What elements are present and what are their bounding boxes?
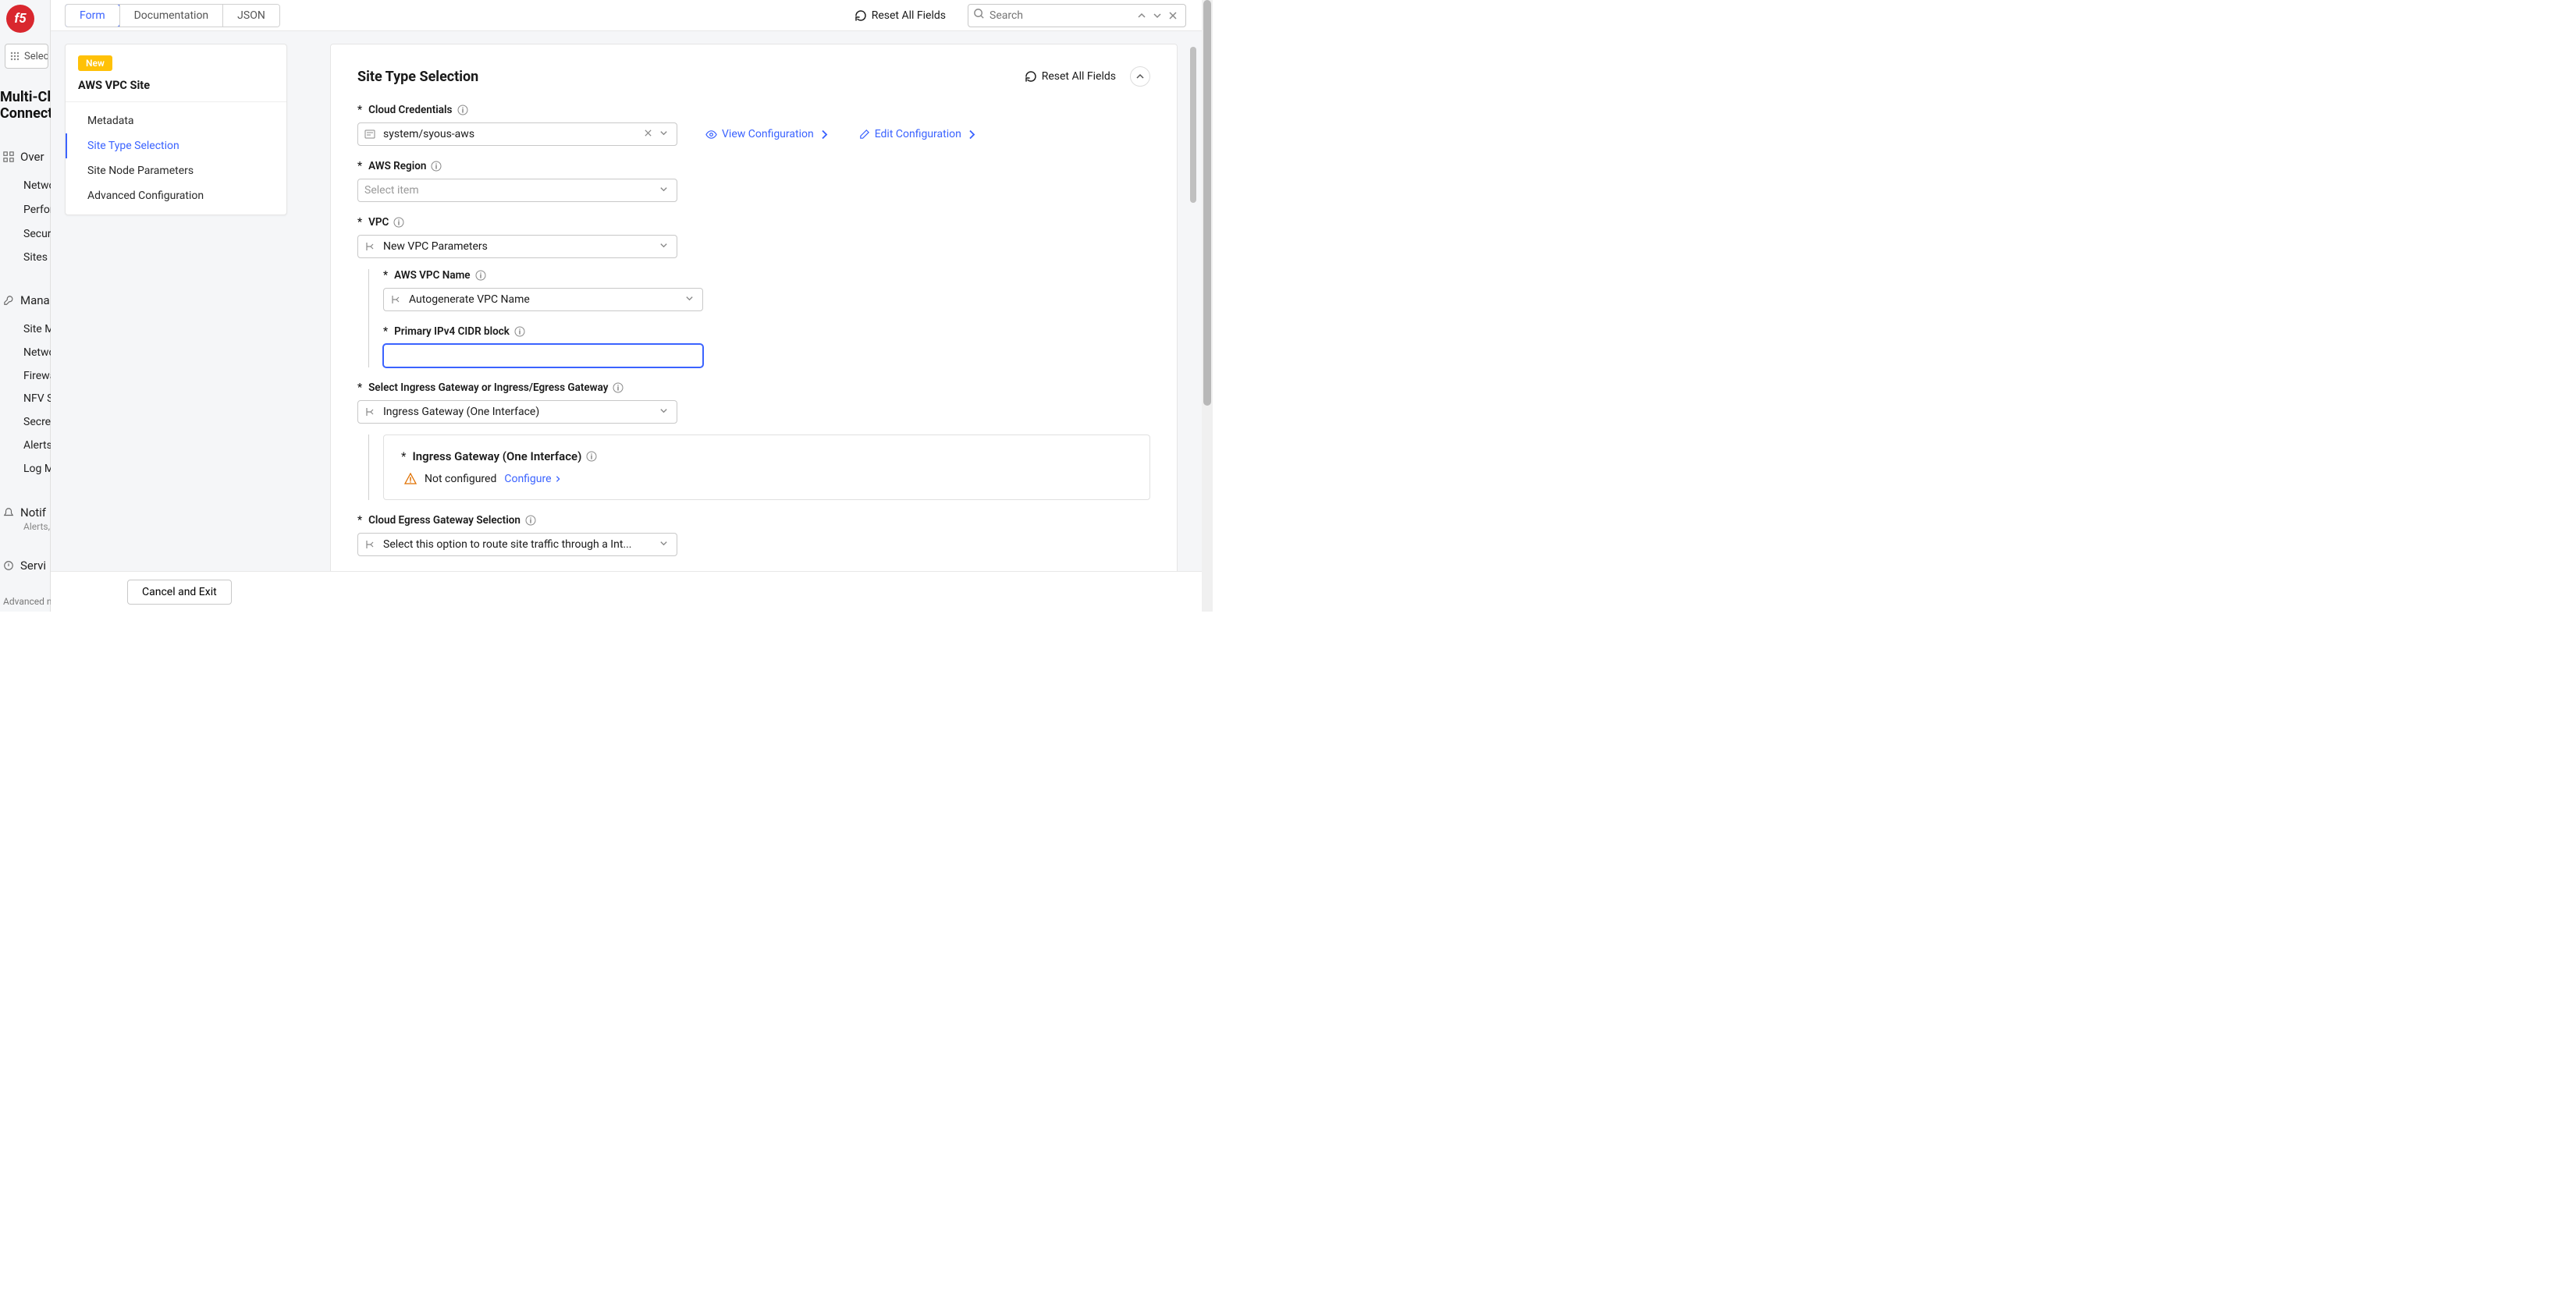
cidr-input-wrapper	[383, 344, 703, 367]
vpc-name-label: AWS VPC Name	[394, 269, 471, 282]
nav-site-type-selection[interactable]: Site Type Selection	[66, 133, 286, 158]
selector-button-text: Selec	[24, 51, 48, 62]
cloud-egress-select[interactable]: Select this option to route site traffic…	[357, 533, 677, 556]
search-box	[968, 4, 1186, 27]
new-badge: New	[78, 55, 112, 71]
bg-notif-head: Notif	[3, 506, 46, 520]
f5-logo: f5	[6, 5, 34, 33]
bg-serv-head: Servi	[3, 559, 46, 573]
search-prev-icon[interactable]	[1134, 8, 1149, 23]
reset-section-label: Reset All Fields	[1042, 70, 1116, 83]
branch-icon	[364, 539, 377, 550]
info-icon	[431, 161, 442, 172]
form-main-panel: Site Type Selection Reset All Fields *Cl…	[330, 44, 1178, 612]
cloud-credentials-label: Cloud Credentials	[368, 104, 452, 116]
ig-status-text: Not configured	[425, 473, 496, 485]
cidr-input[interactable]	[390, 349, 696, 362]
chevron-down-icon	[659, 538, 670, 551]
aws-region-label: AWS Region	[368, 160, 426, 172]
modal-bottombar: Cancel and Exit	[51, 571, 1213, 612]
info-icon	[457, 105, 468, 115]
f5-logo-text: f5	[14, 11, 26, 27]
chevron-down-icon	[659, 240, 670, 253]
search-next-icon[interactable]	[1149, 8, 1165, 23]
reset-top-label: Reset All Fields	[872, 9, 946, 22]
ig-box-title: Ingress Gateway (One Interface)	[412, 449, 581, 463]
bg-footer: Advanced n	[3, 596, 52, 607]
selector-button-bg: Selec	[5, 44, 48, 69]
chevron-down-icon	[659, 128, 670, 140]
view-tabs: Form Documentation JSON	[65, 4, 280, 27]
tab-documentation[interactable]: Documentation	[119, 5, 223, 27]
nav-advanced-configuration[interactable]: Advanced Configuration	[66, 183, 286, 208]
chevron-down-icon	[659, 406, 670, 418]
vpc-label: VPC	[368, 216, 389, 229]
search-icon	[973, 8, 985, 23]
edit-configuration-link[interactable]: Edit Configuration	[858, 128, 978, 140]
cloud-egress-label: Cloud Egress Gateway Selection	[368, 514, 521, 527]
cidr-label: Primary IPv4 CIDR block	[394, 325, 510, 338]
reset-all-fields-top[interactable]: Reset All Fields	[855, 9, 946, 22]
nav-metadata[interactable]: Metadata	[66, 108, 286, 133]
branch-icon	[364, 406, 377, 417]
cloud-egress-value: Select this option to route site traffic…	[383, 538, 655, 551]
cloud-credentials-value: system/syous-aws	[383, 128, 641, 140]
clear-icon[interactable]	[644, 128, 655, 140]
search-close-icon[interactable]	[1165, 8, 1181, 23]
cloud-credentials-select[interactable]: system/syous-aws	[357, 122, 677, 146]
vpc-name-select[interactable]: Autogenerate VPC Name	[383, 288, 703, 311]
aws-region-placeholder: Select item	[364, 184, 655, 197]
ingress-gateway-box: *Ingress Gateway (One Interface) Not con…	[383, 435, 1150, 500]
panel-title: AWS VPC Site	[78, 79, 274, 92]
gateway-select-label: Select Ingress Gateway or Ingress/Egress…	[368, 381, 608, 394]
info-icon	[514, 326, 525, 337]
configure-link[interactable]: Configure	[504, 473, 561, 485]
page-scrollbar[interactable]	[1202, 0, 1213, 612]
view-configuration-link[interactable]: View Configuration	[705, 128, 830, 140]
section-title: Site Type Selection	[357, 69, 478, 85]
scrollbar-thumb[interactable]	[1203, 0, 1211, 406]
branch-icon	[390, 294, 403, 305]
collapse-section-button[interactable]	[1130, 66, 1150, 87]
vpc-select[interactable]: New VPC Parameters	[357, 235, 677, 258]
bg-manage-head: Mana	[3, 293, 50, 307]
vpc-value: New VPC Parameters	[383, 240, 655, 253]
info-icon	[613, 382, 624, 393]
ref-icon	[364, 129, 377, 140]
warning-icon	[404, 473, 417, 485]
info-icon	[525, 515, 536, 526]
info-icon	[393, 217, 404, 228]
gateway-select-value: Ingress Gateway (One Interface)	[383, 406, 655, 418]
search-input[interactable]	[985, 9, 1134, 22]
branch-icon	[364, 241, 377, 252]
info-icon	[586, 451, 597, 462]
form-nav-panel: New AWS VPC Site Metadata Site Type Sele…	[65, 44, 287, 215]
vpc-name-value: Autogenerate VPC Name	[409, 293, 680, 306]
gateway-select[interactable]: Ingress Gateway (One Interface)	[357, 400, 677, 424]
modal-topbar: Form Documentation JSON Reset All Fields	[51, 0, 1202, 31]
nav-site-node-parameters[interactable]: Site Node Parameters	[66, 158, 286, 183]
panel-scrollbar[interactable]	[1190, 47, 1196, 203]
info-icon	[475, 270, 486, 281]
chevron-down-icon	[659, 184, 670, 197]
bg-overview-head: Over	[3, 150, 44, 164]
reset-all-fields-section[interactable]: Reset All Fields	[1025, 70, 1116, 83]
chevron-down-icon	[685, 293, 696, 306]
grid-icon	[10, 51, 20, 61]
aws-region-select[interactable]: Select item	[357, 179, 677, 202]
cancel-and-exit-button[interactable]: Cancel and Exit	[127, 580, 232, 605]
tab-form[interactable]: Form	[65, 4, 120, 27]
tab-json[interactable]: JSON	[222, 5, 279, 27]
